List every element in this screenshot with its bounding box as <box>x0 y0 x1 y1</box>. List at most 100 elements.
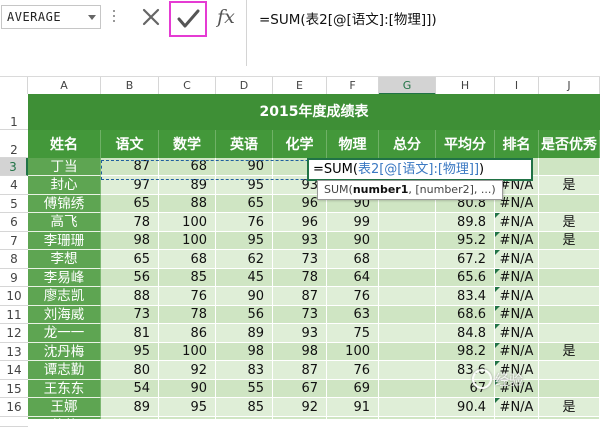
row-header[interactable]: 15 <box>0 380 28 398</box>
select-all-corner[interactable] <box>0 77 28 95</box>
data-cell[interactable] <box>539 158 600 176</box>
data-cell[interactable]: 87 <box>101 158 159 176</box>
name-cell[interactable]: 廖志凯 <box>28 287 101 306</box>
column-header[interactable]: D <box>216 77 273 95</box>
data-cell[interactable]: 98 <box>216 343 273 361</box>
error-indicator-icon[interactable] <box>495 343 500 348</box>
data-cell[interactable]: 89 <box>159 176 216 195</box>
data-cell[interactable]: 88 <box>101 287 159 306</box>
row-header[interactable]: 6 <box>0 213 28 232</box>
editing-cell[interactable]: =SUM(表2[@[语文]:[物理]]) <box>307 158 533 181</box>
column-label[interactable]: 化学 <box>273 130 327 158</box>
data-cell[interactable]: 86 <box>159 324 216 343</box>
column-label[interactable]: 总分 <box>379 130 436 158</box>
column-header[interactable]: B <box>101 77 159 95</box>
data-cell[interactable]: 62 <box>216 250 273 269</box>
row-header[interactable]: 13 <box>0 343 28 361</box>
data-cell[interactable]: 100 <box>159 232 216 250</box>
column-label[interactable]: 物理 <box>327 130 379 158</box>
data-cell[interactable]: 87 <box>273 361 327 380</box>
data-cell[interactable]: 73 <box>273 306 327 324</box>
data-cell[interactable]: 78 <box>101 213 159 232</box>
error-indicator-icon[interactable] <box>495 287 500 292</box>
data-cell[interactable]: 76 <box>327 361 379 380</box>
row-header[interactable]: 10 <box>0 287 28 306</box>
data-cell[interactable]: 88 <box>159 195 216 213</box>
data-cell[interactable]: 90 <box>159 380 216 398</box>
data-cell[interactable]: 87 <box>273 287 327 306</box>
data-cell[interactable]: 81 <box>101 324 159 343</box>
cancel-button[interactable] <box>136 2 166 32</box>
data-cell[interactable]: 76 <box>216 213 273 232</box>
data-cell[interactable]: 95 <box>216 176 273 195</box>
data-cell[interactable]: 95 <box>101 343 159 361</box>
column-label[interactable]: 是否优秀 <box>539 130 600 158</box>
function-tooltip[interactable]: SUM(number1, [number2], ...) <box>317 180 503 200</box>
data-cell[interactable]: 65.6 <box>436 269 495 287</box>
data-cell[interactable]: 93 <box>273 324 327 343</box>
data-cell[interactable]: 91 <box>327 398 379 417</box>
data-cell[interactable]: 是 <box>539 398 600 417</box>
data-cell[interactable]: 75 <box>327 324 379 343</box>
data-cell[interactable]: 65 <box>101 195 159 213</box>
data-cell[interactable] <box>379 343 436 361</box>
name-box[interactable]: AVERAGE <box>1 5 101 29</box>
row-header[interactable]: 7 <box>0 232 28 250</box>
data-cell[interactable] <box>379 398 436 417</box>
data-cell[interactable]: 55 <box>216 380 273 398</box>
data-cell[interactable]: 83 <box>216 361 273 380</box>
data-cell[interactable]: 是 <box>539 343 600 361</box>
formula-input[interactable]: =SUM(表2[@[语文]:[物理]]) <box>246 0 600 66</box>
data-cell[interactable] <box>379 250 436 269</box>
data-cell[interactable]: 100 <box>159 343 216 361</box>
column-label[interactable]: 平均分 <box>436 130 495 158</box>
name-cell[interactable]: 李易峰 <box>28 269 101 287</box>
row-header[interactable]: 12 <box>0 324 28 343</box>
data-cell[interactable]: 45 <box>216 269 273 287</box>
data-cell[interactable]: 67.2 <box>436 250 495 269</box>
data-cell[interactable]: 92 <box>159 361 216 380</box>
data-cell[interactable]: 85 <box>159 269 216 287</box>
row-header[interactable]: 5 <box>0 195 28 213</box>
data-cell[interactable]: #N/A <box>495 250 539 269</box>
column-header[interactable]: C <box>159 77 216 95</box>
name-cell[interactable]: 刘海威 <box>28 306 101 324</box>
data-cell[interactable]: 68 <box>159 158 216 176</box>
column-label[interactable]: 排名 <box>495 130 539 158</box>
data-cell[interactable]: 78 <box>159 306 216 324</box>
row-header[interactable]: 4 <box>0 176 28 195</box>
data-cell[interactable] <box>379 213 436 232</box>
data-cell[interactable] <box>539 361 600 380</box>
data-cell[interactable]: 98 <box>273 343 327 361</box>
name-cell[interactable]: 李珊珊 <box>28 232 101 250</box>
row-header[interactable]: 8 <box>0 250 28 269</box>
data-cell[interactable]: 99 <box>327 213 379 232</box>
data-cell[interactable]: 95.2 <box>436 232 495 250</box>
data-cell[interactable]: 56 <box>101 269 159 287</box>
name-cell[interactable]: 李想 <box>28 250 101 269</box>
error-indicator-icon[interactable] <box>495 213 500 218</box>
data-cell[interactable]: 90 <box>327 232 379 250</box>
data-cell[interactable]: 92 <box>273 398 327 417</box>
error-indicator-icon[interactable] <box>495 398 500 403</box>
column-header[interactable]: F <box>327 77 379 95</box>
data-cell[interactable]: 100 <box>159 213 216 232</box>
row-header[interactable]: 11 <box>0 306 28 324</box>
column-label[interactable]: 英语 <box>216 130 273 158</box>
data-cell[interactable]: 是 <box>539 232 600 250</box>
data-cell[interactable]: 83.4 <box>436 287 495 306</box>
data-cell[interactable] <box>539 269 600 287</box>
data-cell[interactable] <box>379 361 436 380</box>
data-cell[interactable]: 78 <box>273 269 327 287</box>
data-cell[interactable]: 98.2 <box>436 343 495 361</box>
data-cell[interactable]: 97 <box>101 176 159 195</box>
data-cell[interactable]: 65 <box>101 250 159 269</box>
name-cell[interactable]: 封心 <box>28 176 101 195</box>
data-cell[interactable] <box>379 269 436 287</box>
data-cell[interactable]: 93 <box>273 232 327 250</box>
enter-button[interactable] <box>169 1 207 37</box>
data-cell[interactable]: 84.8 <box>436 324 495 343</box>
data-cell[interactable]: #N/A <box>495 343 539 361</box>
drag-handle-icon[interactable] <box>113 8 116 26</box>
insert-function-button[interactable]: fx <box>211 2 241 32</box>
